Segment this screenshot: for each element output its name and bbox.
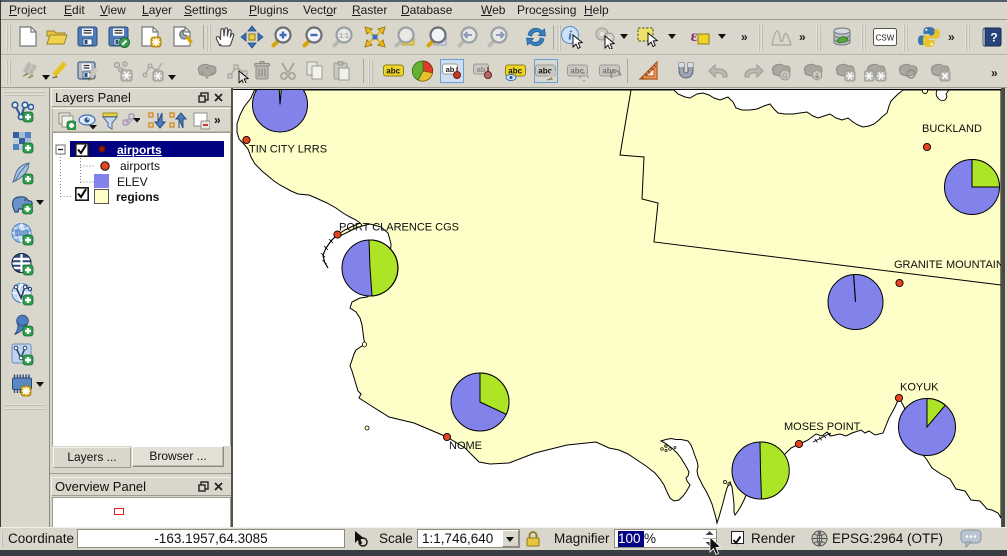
- svg-text:ε: ε: [691, 28, 698, 45]
- svg-text:MOSES POINT: MOSES POINT: [784, 421, 861, 433]
- svg-text:1:1: 1:1: [339, 33, 349, 40]
- svg-text:abc: abc: [570, 67, 584, 76]
- svg-text:GRANITE MOUNTAIN: GRANITE MOUNTAIN: [894, 259, 1001, 271]
- svg-text:KOYUK: KOYUK: [900, 382, 939, 394]
- svg-text:G: G: [782, 73, 787, 80]
- svg-text:BUCKLAND: BUCKLAND: [922, 123, 982, 135]
- svg-text:NOME: NOME: [449, 440, 482, 452]
- svg-text:i: i: [568, 28, 572, 43]
- svg-text:CSW: CSW: [876, 34, 895, 43]
- svg-text:ab: ab: [446, 65, 455, 74]
- svg-text:abc: abc: [386, 67, 400, 76]
- svg-text:ab: ab: [477, 65, 486, 74]
- svg-text:PORT CLARENCE CGS: PORT CLARENCE CGS: [339, 222, 459, 234]
- svg-text:TIN CITY LRRS: TIN CITY LRRS: [249, 144, 327, 156]
- svg-text:?: ?: [990, 31, 997, 45]
